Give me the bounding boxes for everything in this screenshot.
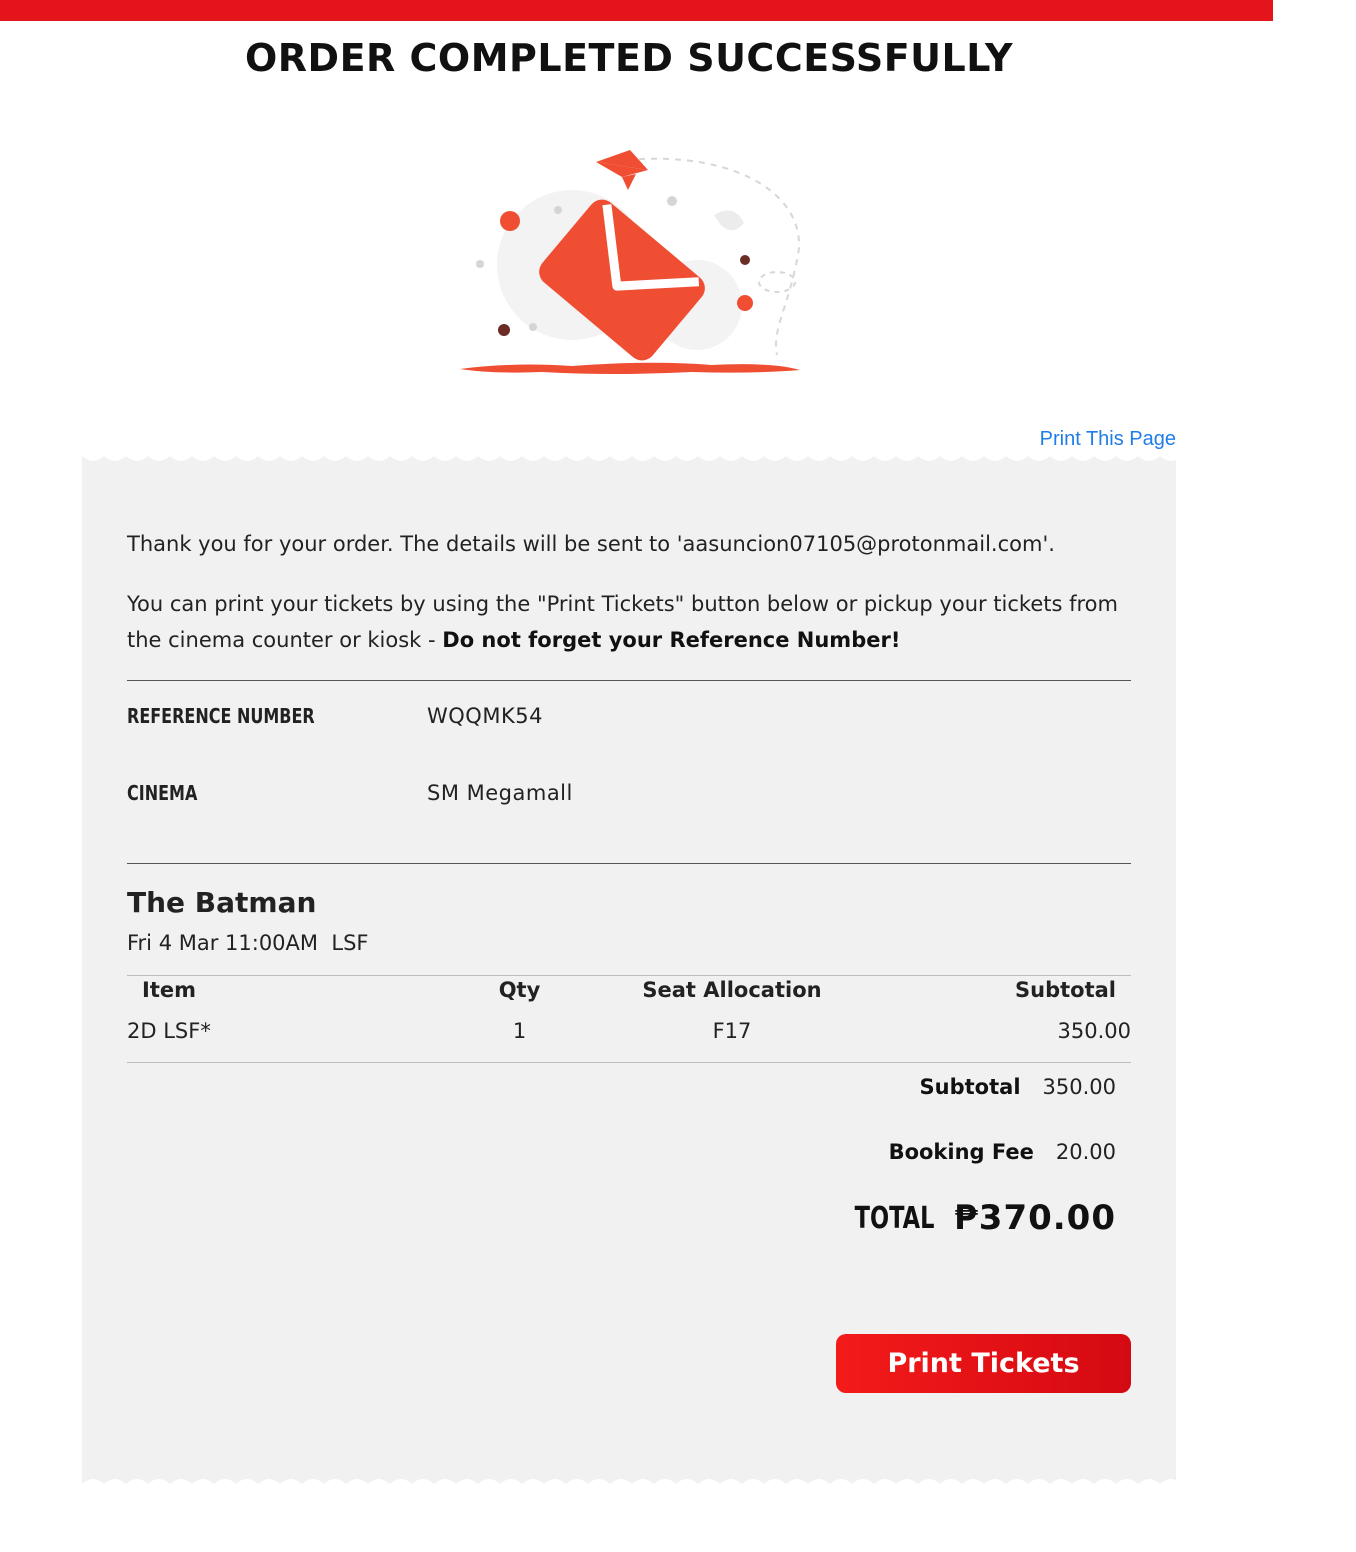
cinema-label: CINEMA xyxy=(127,781,198,805)
item-qty: 1 xyxy=(512,1019,527,1043)
subtotal-row: Subtotal 350.00 xyxy=(127,1073,1131,1101)
subtotal-value: 350.00 xyxy=(1042,1075,1116,1099)
divider xyxy=(127,680,1131,681)
table-row: 2D LSF* 1 F17 350.00 xyxy=(127,1004,1131,1058)
cinema-row: CINEMA SM Megamall xyxy=(127,775,1131,811)
print-page-link[interactable]: Print This Page xyxy=(1040,428,1176,451)
header-seat-allocation: Seat Allocation xyxy=(642,978,822,1002)
scallop-bottom-edge xyxy=(82,1460,1176,1484)
pickup-instructions: You can print your tickets by using the … xyxy=(127,586,1131,658)
movie-title: The Batman xyxy=(127,886,317,919)
header-qty: Qty xyxy=(498,978,541,1002)
reference-row: REFERENCE NUMBER WQQMK54 xyxy=(127,698,1131,734)
booking-fee-label: Booking Fee xyxy=(888,1140,1034,1164)
envelope-sent-icon xyxy=(452,140,812,380)
showtime: Fri 4 Mar 11:00AM LSF xyxy=(127,931,369,955)
reference-reminder: Do not forget your Reference Number! xyxy=(442,628,901,652)
booking-fee-value: 20.00 xyxy=(1055,1140,1116,1164)
receipt-content: Thank you for your order. The details wi… xyxy=(127,526,1131,1240)
ticket-items-table: Item Qty Seat Allocation Subtotal 2D LSF… xyxy=(127,976,1131,1058)
top-accent-bar xyxy=(0,0,1273,21)
item-subtotal: 350.00 xyxy=(1057,1019,1131,1043)
subtotal-label: Subtotal xyxy=(919,1075,1021,1099)
booking-fee-row: Booking Fee 20.00 xyxy=(127,1138,1131,1166)
reference-number: WQQMK54 xyxy=(427,704,543,728)
total-row: TOTAL ₱370.00 xyxy=(127,1196,1131,1240)
receipt-card: Thank you for your order. The details wi… xyxy=(82,456,1176,1484)
cinema-name: SM Megamall xyxy=(427,781,573,805)
total-label: TOTAL xyxy=(854,1200,935,1236)
total-value: ₱370.00 xyxy=(954,1198,1116,1238)
divider xyxy=(127,863,1131,864)
item-name: 2D LSF* xyxy=(127,1019,211,1043)
item-seat: F17 xyxy=(712,1019,752,1043)
reference-label: REFERENCE NUMBER xyxy=(127,704,315,728)
scallop-top-edge xyxy=(82,456,1176,480)
print-tickets-button[interactable]: Print Tickets xyxy=(836,1334,1131,1393)
divider xyxy=(127,1062,1131,1063)
table-header-row: Item Qty Seat Allocation Subtotal xyxy=(127,976,1131,1004)
page-title: ORDER COMPLETED SUCCESSFULLY xyxy=(244,36,1014,80)
header-item: Item xyxy=(142,978,196,1002)
thank-you-message: Thank you for your order. The details wi… xyxy=(127,532,1055,556)
header-subtotal: Subtotal xyxy=(1015,978,1116,1002)
